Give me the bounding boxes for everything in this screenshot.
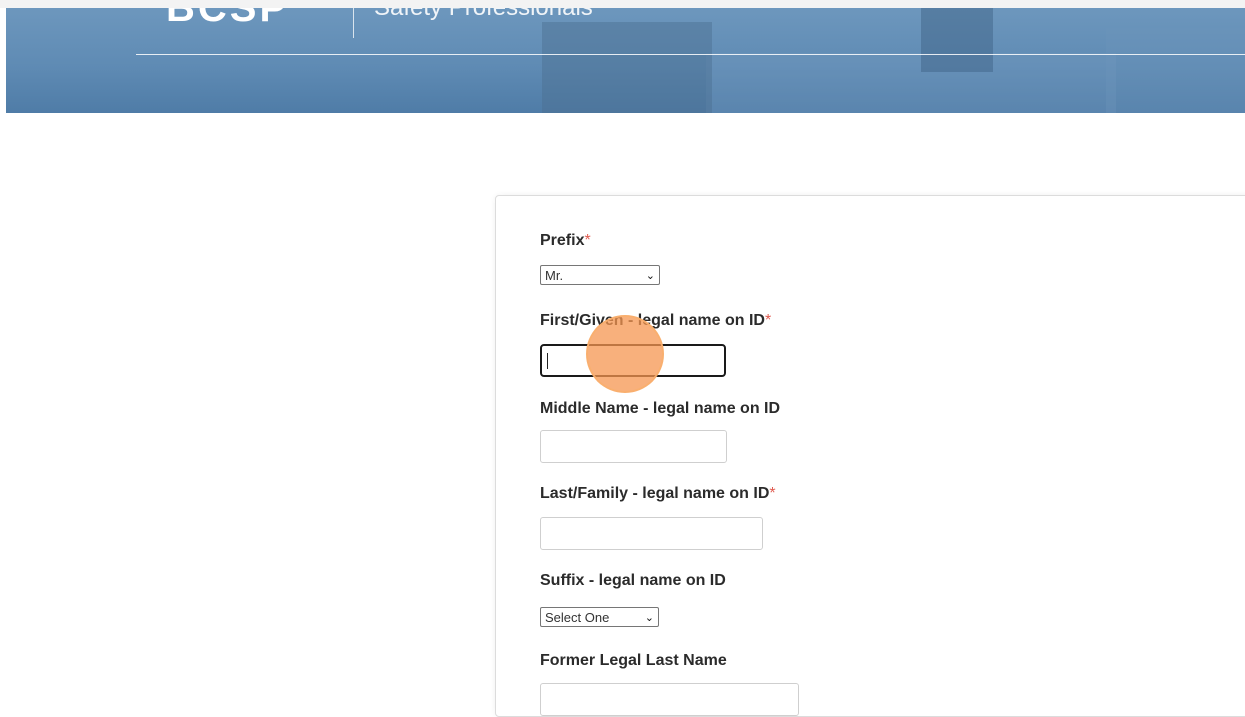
chevron-down-icon: ⌄: [644, 612, 654, 624]
text-caret: [547, 353, 548, 369]
prefix-select[interactable]: Mr. ⌄: [540, 265, 660, 285]
suffix-label: Suffix - legal name on ID: [540, 572, 726, 589]
banner-rule: [136, 54, 1245, 55]
middle-name-label: Middle Name - legal name on ID: [540, 400, 781, 417]
site-tagline: Safety Professionals: [374, 8, 593, 22]
chevron-down-icon: ⌄: [645, 270, 655, 282]
former-last-name-label: Former Legal Last Name: [540, 652, 727, 669]
last-name-label: Last/Family - legal name on ID*: [540, 485, 776, 502]
top-strip: [0, 0, 1245, 8]
middle-name-input[interactable]: [540, 430, 727, 463]
first-name-label: First/Given - legal name on ID*: [540, 312, 772, 329]
logo-separator: [353, 8, 354, 38]
required-asterisk: *: [764, 312, 772, 329]
click-marker: [586, 315, 664, 393]
suffix-select[interactable]: Select One ⌄: [540, 607, 659, 627]
prefix-label: Prefix*: [540, 232, 591, 249]
site-logo[interactable]: BCSP: [166, 8, 289, 31]
former-last-name-input[interactable]: [540, 683, 799, 716]
required-asterisk: *: [584, 232, 591, 249]
last-name-input[interactable]: [540, 517, 763, 550]
required-asterisk: *: [769, 485, 776, 502]
site-banner: BCSP Safety Professionals: [6, 8, 1245, 113]
